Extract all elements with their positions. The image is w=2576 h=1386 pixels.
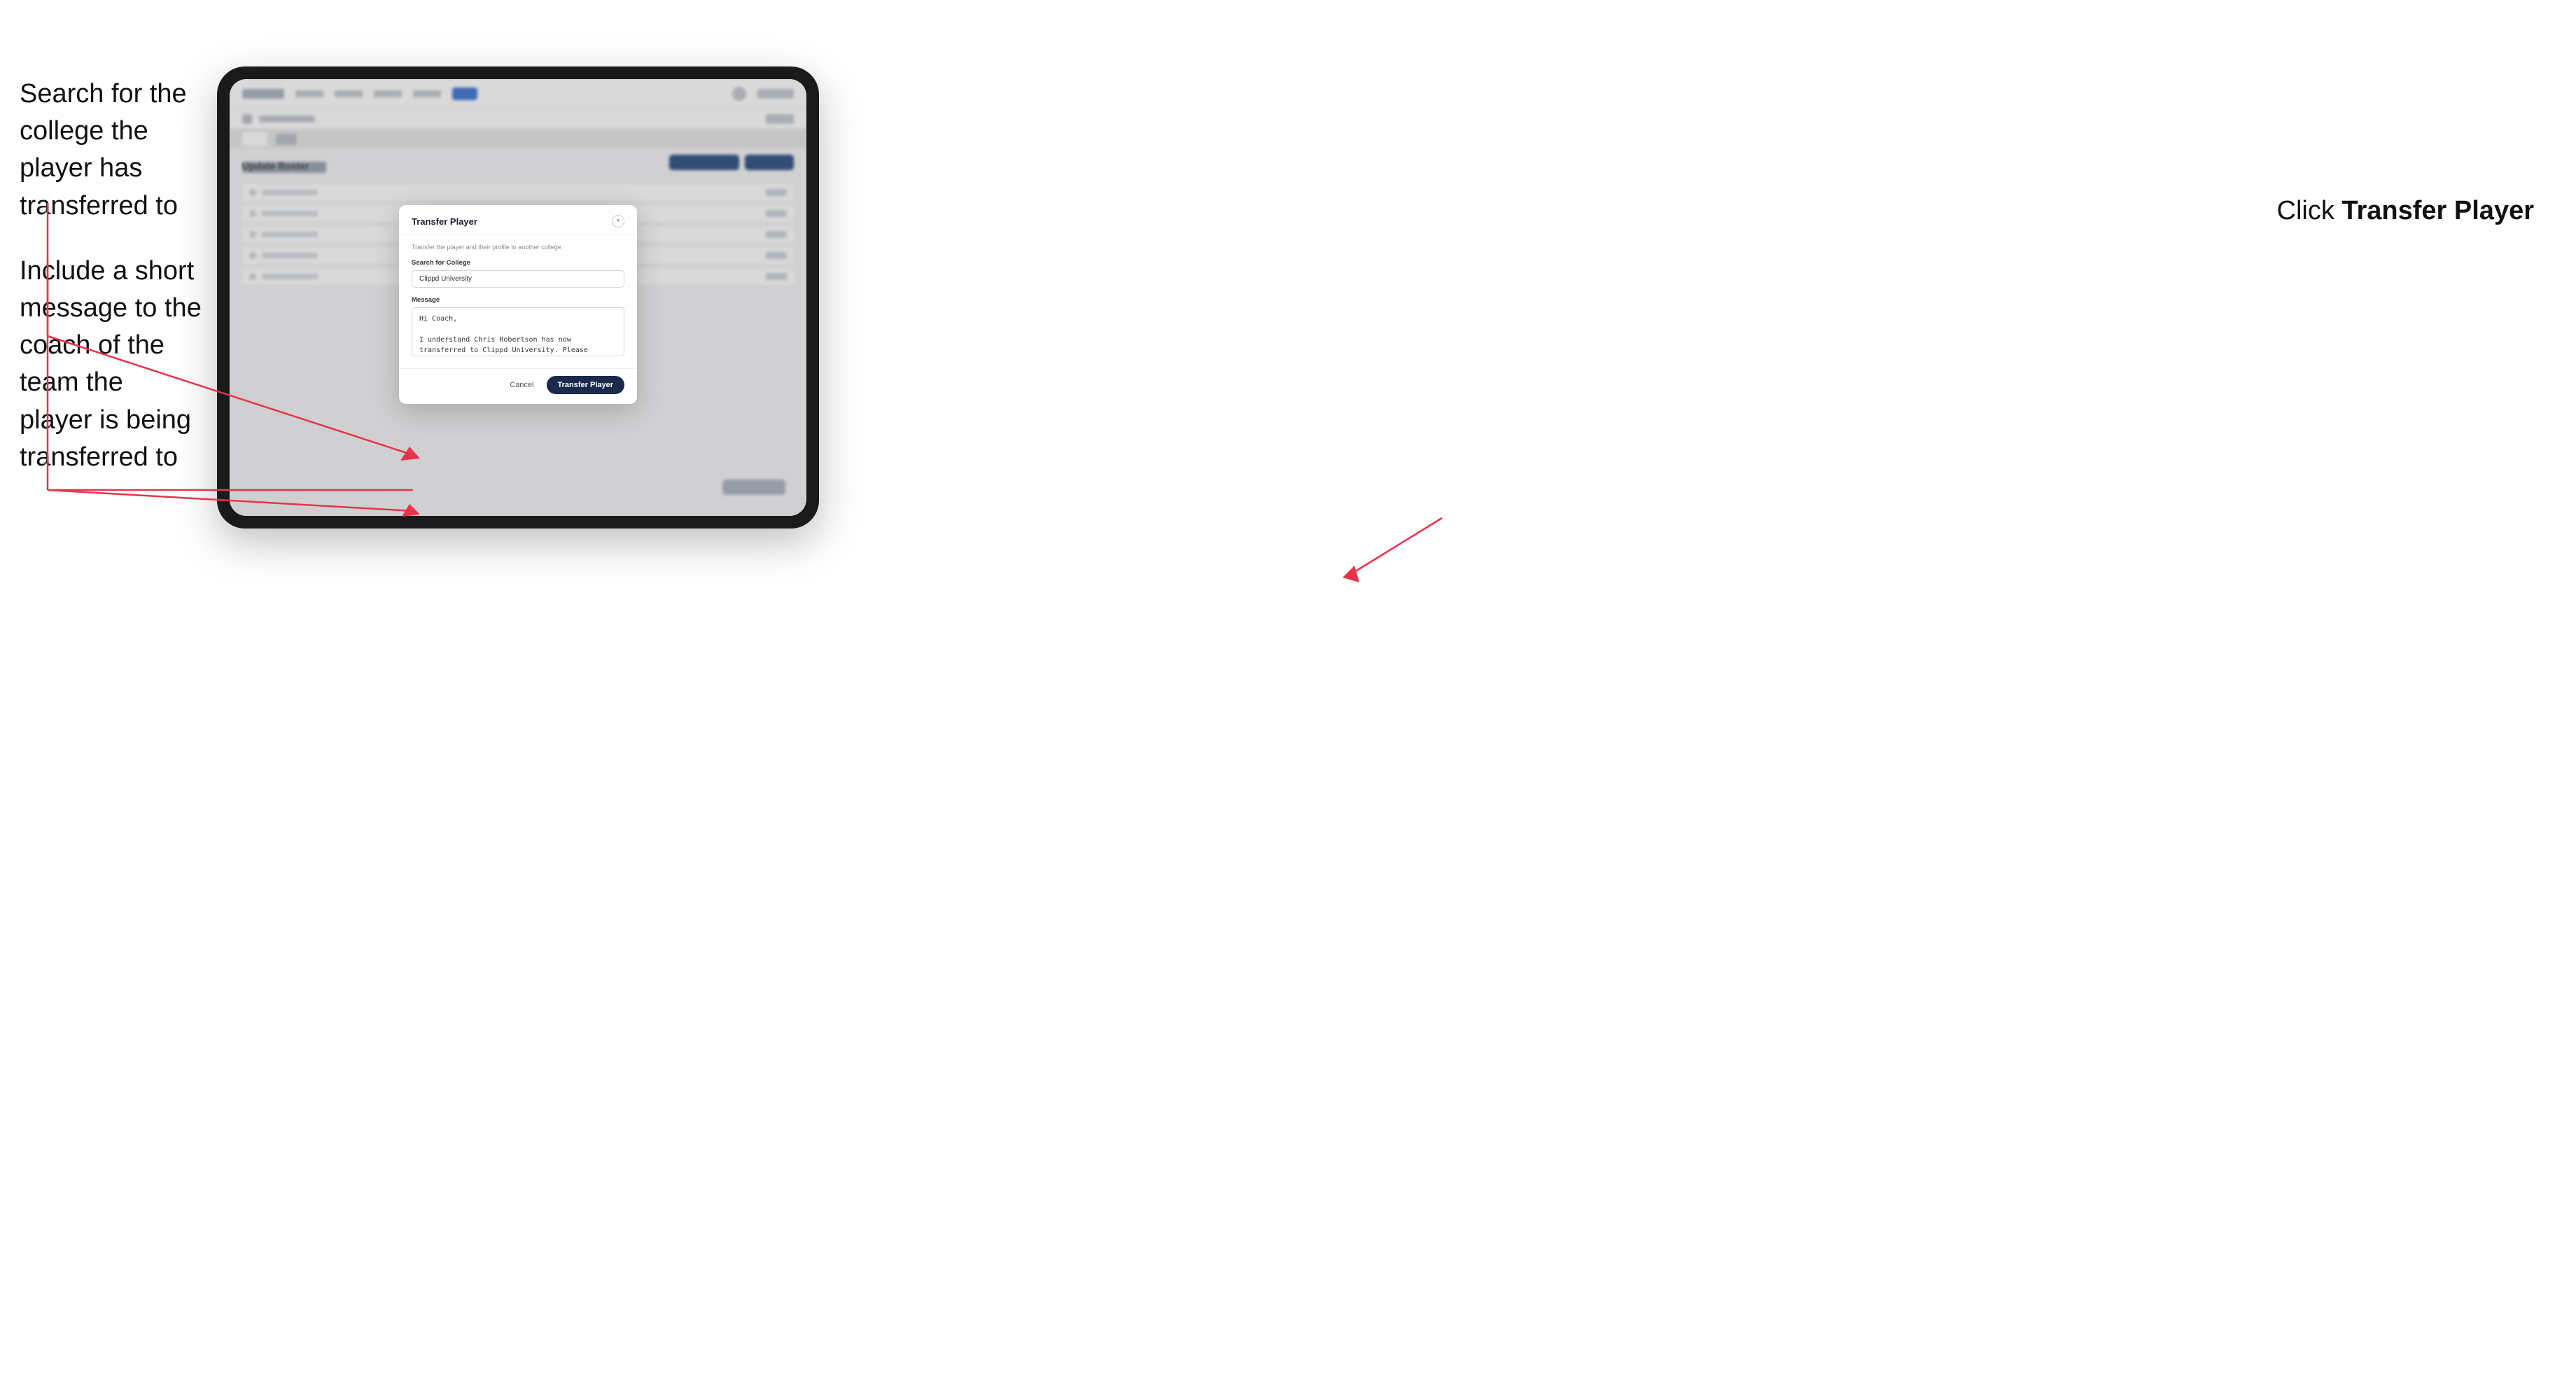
tablet-frame: Update Roster Transfer Player × Transfer… [217, 66, 819, 528]
annotation-right-bold: Transfer Player [2342, 196, 2534, 225]
modal-subtitle: Transfer the player and their profile to… [412, 244, 624, 251]
cancel-button[interactable]: Cancel [504, 377, 539, 393]
modal-body: Transfer the player and their profile to… [399, 235, 637, 368]
tablet-screen: Update Roster Transfer Player × Transfer… [230, 79, 806, 516]
transfer-player-modal: Transfer Player × Transfer the player an… [399, 205, 637, 404]
annotation-left: Search for the college the player has tr… [20, 76, 202, 504]
message-textarea[interactable]: Hi Coach, I understand Chris Robertson h… [412, 307, 624, 356]
modal-footer: Cancel Transfer Player [399, 368, 637, 404]
annotation-left-line1: Search for the college the player has tr… [20, 76, 202, 225]
college-search-input[interactable] [412, 270, 624, 288]
annotation-right-prefix: Click [2277, 196, 2342, 225]
annotation-right: Click Transfer Player [2277, 196, 2535, 226]
college-label: Search for College [412, 259, 624, 267]
modal-header: Transfer Player × [399, 205, 637, 235]
modal-title: Transfer Player [412, 216, 477, 227]
transfer-player-button[interactable]: Transfer Player [547, 376, 625, 394]
modal-close-button[interactable]: × [612, 215, 624, 227]
annotation-left-line2: Include a short message to the coach of … [20, 253, 202, 476]
modal-overlay: Transfer Player × Transfer the player an… [230, 79, 806, 516]
message-label: Message [412, 296, 624, 304]
